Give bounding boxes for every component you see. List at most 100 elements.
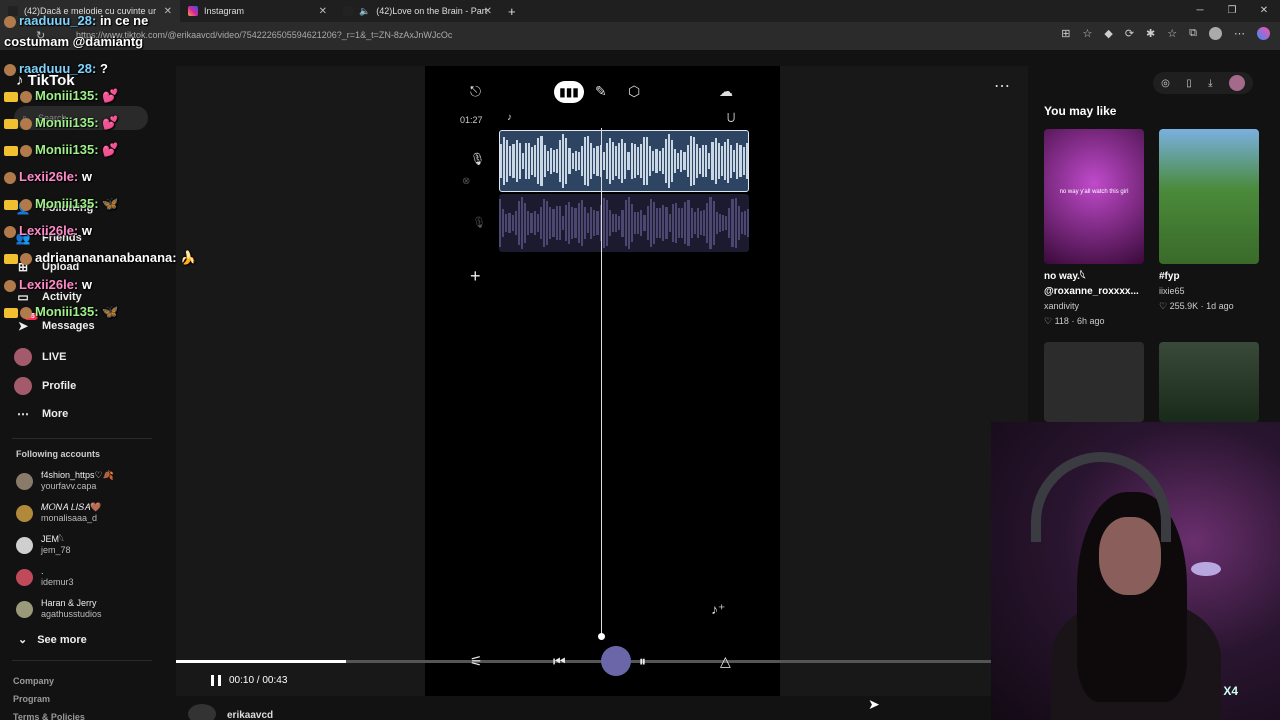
waveform-bar xyxy=(521,153,524,169)
chat-user: adriananananabanana: xyxy=(35,250,177,265)
more-menu-icon[interactable]: ⋯ xyxy=(1234,27,1245,40)
compass-icon[interactable]: ◎ xyxy=(1161,78,1170,89)
waveform-bar xyxy=(586,212,590,234)
minimize-icon[interactable]: ─ xyxy=(1184,0,1216,22)
author-name[interactable]: erikaavcd xyxy=(227,710,273,720)
close-icon[interactable]: ✕ xyxy=(484,6,492,17)
video-thumbnail[interactable]: no way y'all watch this girl xyxy=(1044,129,1144,264)
video-thumbnail[interactable] xyxy=(1159,342,1259,422)
phone-icon[interactable]: ▯ xyxy=(1186,78,1192,89)
chat-badge-icon xyxy=(20,90,32,103)
waveform-bar xyxy=(661,148,664,174)
waveform-bar xyxy=(527,211,530,235)
user-avatar[interactable] xyxy=(1228,75,1245,91)
chat-badge-icon xyxy=(20,117,32,130)
chat-user: Moniii135: xyxy=(35,88,99,103)
waveform-bar xyxy=(640,209,643,237)
chat-badge-icon xyxy=(4,279,16,292)
pause-icon[interactable] xyxy=(211,675,221,686)
waveform-bar xyxy=(671,204,674,242)
avatar xyxy=(16,504,33,522)
see-more-button[interactable]: ⌄ See more xyxy=(18,633,87,647)
account-name: f4shion_https♡🍂 xyxy=(41,470,114,480)
copilot-icon[interactable] xyxy=(1257,27,1270,40)
waveform-bar xyxy=(695,144,698,178)
waveform-bar xyxy=(737,205,740,241)
download-icon[interactable]: ⤓ xyxy=(1208,78,1212,89)
heart-icon: ♡ xyxy=(1159,301,1168,311)
waveform-bar xyxy=(542,199,546,247)
maximize-icon[interactable]: ❐ xyxy=(1216,0,1248,22)
waveform-bar xyxy=(646,136,649,186)
refresh-extension-icon[interactable]: ⟳ xyxy=(1125,27,1134,40)
mouse-cursor-icon: ➤ xyxy=(868,696,880,712)
video-subtitle[interactable]: @roxanne_roxxxx... xyxy=(1044,284,1154,299)
chat-message: adriananananabanana: 🍌 xyxy=(4,250,196,266)
sidebar-item-messages[interactable]: ➤ Messages 35 xyxy=(14,313,95,333)
more-options-icon[interactable]: ⋯ xyxy=(994,76,1010,96)
messages-icon: ➤ xyxy=(17,319,29,333)
waveform-bar xyxy=(656,208,659,238)
waveform-bar xyxy=(555,148,559,174)
waveform-bar xyxy=(652,150,655,172)
add-music-icon: ♪⁺ xyxy=(711,601,726,617)
waveform-bar xyxy=(515,139,518,183)
chat-text: 💕 xyxy=(102,88,119,103)
tab-title: Instagram xyxy=(204,6,245,16)
waveform-bar xyxy=(539,207,542,239)
waveform-bar xyxy=(714,138,717,184)
sidebar-item-activity[interactable]: ▭ Activity xyxy=(14,290,81,304)
chat-message: Moniii135: 🦋 xyxy=(4,196,118,212)
waveform-bar xyxy=(699,147,702,175)
chat-badge-icon xyxy=(20,144,32,157)
video-author[interactable]: xandivity xyxy=(1044,299,1154,314)
following-account[interactable]: 𝑀𝑂𝑁𝐴 𝐿𝐼𝑆𝐴🤎 monalisaaa_d xyxy=(16,502,102,524)
footer-link-company[interactable]: Company xyxy=(13,676,54,686)
waveform-bar xyxy=(533,210,536,236)
waveform-bar xyxy=(742,147,745,175)
video-author[interactable]: iixie65 xyxy=(1159,284,1269,299)
video-thumbnail[interactable] xyxy=(1044,342,1144,422)
waveform-bar xyxy=(527,142,531,180)
footer-link-program[interactable]: Program xyxy=(13,694,50,704)
following-account[interactable]: JEM𓆩 jem_78 xyxy=(16,534,71,556)
favorites-icon[interactable]: ☆ xyxy=(1167,27,1177,40)
video-title[interactable]: no way.𓆩 xyxy=(1044,269,1154,284)
browser-tab-3[interactable]: 🔈 (42)Love on the Brain - Part ✕ xyxy=(335,0,500,22)
audio-track-1 xyxy=(499,130,749,192)
following-account[interactable]: Haran & Jerry agathusstudios xyxy=(16,598,102,620)
waveform-bar xyxy=(671,139,674,183)
new-tab-button[interactable]: + xyxy=(508,4,516,19)
apps-icon[interactable]: ⊞ xyxy=(1061,27,1070,40)
waveform-bar xyxy=(605,142,608,180)
browser-tab-2[interactable]: Instagram ✕ xyxy=(180,0,335,22)
waveform-bar xyxy=(627,197,630,249)
profile-avatar-icon[interactable] xyxy=(1209,27,1222,40)
extension-icon[interactable]: ◆ xyxy=(1104,27,1112,40)
video-thumbnail[interactable] xyxy=(1159,129,1259,264)
waveform-bar xyxy=(652,201,656,245)
waveform-bar xyxy=(689,135,692,187)
waveform-bar xyxy=(715,211,718,235)
puzzle-icon[interactable]: ✱ xyxy=(1146,27,1155,40)
waveform-bar xyxy=(692,136,695,186)
sidebar-item-profile[interactable]: Profile xyxy=(14,377,76,395)
waveform-bar xyxy=(624,143,627,179)
collections-icon[interactable]: ⧉ xyxy=(1189,27,1197,40)
video-player[interactable]: ⎋ ▮▮▮ ✎ ⬡ ☁ 01:27 ♪ ⋃ 🎙 ⊗ 🎙 + ♪⁺ xyxy=(425,66,780,696)
following-account[interactable]: f4shion_https♡🍂 yourfavv.capa xyxy=(16,470,114,492)
waveform-bar xyxy=(565,138,568,184)
author-avatar[interactable] xyxy=(188,704,216,720)
video-title[interactable]: #fyp xyxy=(1159,269,1269,284)
close-icon[interactable]: ✕ xyxy=(164,6,172,17)
star-icon[interactable]: ☆ xyxy=(1082,27,1092,40)
footer-link-terms[interactable]: Terms & Policies xyxy=(13,712,85,720)
waveform-bar xyxy=(720,145,723,176)
close-icon[interactable]: ✕ xyxy=(319,6,327,17)
waveform-bar xyxy=(534,144,537,178)
sidebar-item-live[interactable]: LIVE xyxy=(14,348,66,366)
close-window-icon[interactable]: ✕ xyxy=(1248,0,1280,22)
sidebar-item-more[interactable]: ⋯ More xyxy=(14,407,68,421)
following-account[interactable]: . idemur3 xyxy=(16,566,74,588)
waveform-bar xyxy=(596,146,599,176)
